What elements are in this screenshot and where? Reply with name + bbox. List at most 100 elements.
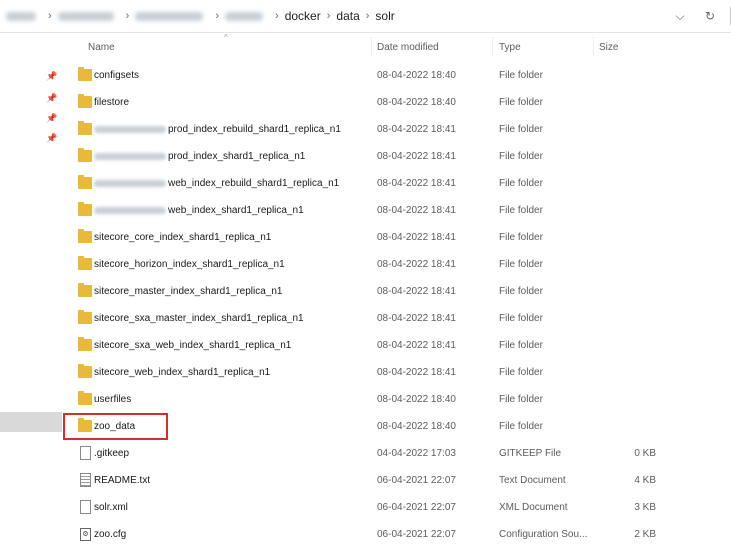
breadcrumb-docker[interactable]: docker	[285, 9, 321, 23]
item-type: File folder	[499, 232, 543, 243]
redacted-crumb	[225, 11, 264, 21]
item-type: GITKEEP File	[499, 448, 562, 459]
list-item[interactable]: web_index_shard1_replica_n1 08-04-2022 1…	[66, 197, 706, 224]
list-item[interactable]: solr.xml 06-04-2021 22:07 XML Document 3…	[66, 494, 706, 521]
item-type: File folder	[499, 394, 543, 405]
item-date: 08-04-2022 18:41	[377, 178, 456, 189]
item-name: filestore	[94, 97, 130, 108]
folder-icon	[78, 337, 92, 351]
item-name: web_index_rebuild_shard1_replica_n1	[168, 178, 340, 189]
item-size: 3 KB	[634, 502, 656, 513]
list-item[interactable]: ⚙ zoo.cfg 06-04-2021 22:07 Configuration…	[66, 521, 706, 548]
folder-icon	[78, 364, 92, 378]
item-type: Configuration Sou...	[499, 529, 588, 540]
item-name: zoo.cfg	[94, 529, 127, 540]
breadcrumb-data[interactable]: data	[336, 9, 359, 23]
nav-selected-item[interactable]	[0, 412, 62, 432]
list-item[interactable]: sitecore_horizon_index_shard1_replica_n1…	[66, 251, 706, 278]
breadcrumb-separator: ›	[365, 10, 370, 22]
sort-up-icon: ^	[224, 33, 228, 42]
item-name: sitecore_sxa_master_index_shard1_replica…	[94, 313, 304, 324]
item-type: File folder	[499, 70, 543, 81]
item-type: XML Document	[499, 502, 568, 513]
list-item[interactable]: sitecore_core_index_shard1_replica_n1 08…	[66, 224, 706, 251]
list-item[interactable]: .gitkeep 04-04-2022 17:03 GITKEEP File 0…	[66, 440, 706, 467]
item-name: configsets	[94, 70, 140, 81]
breadcrumb-solr[interactable]: solr	[375, 9, 394, 23]
item-type: File folder	[499, 259, 543, 270]
list-item[interactable]: sitecore_sxa_master_index_shard1_replica…	[66, 305, 706, 332]
folder-icon	[78, 148, 92, 162]
item-name: sitecore_master_index_shard1_replica_n1	[94, 286, 283, 297]
column-divider[interactable]	[371, 37, 372, 57]
folder-icon	[78, 310, 92, 324]
breadcrumb-separator: ›	[125, 10, 130, 22]
item-name: sitecore_core_index_shard1_replica_n1	[94, 232, 272, 243]
item-date: 04-04-2022 17:03	[377, 448, 456, 459]
item-name: web_index_shard1_replica_n1	[168, 205, 304, 216]
item-type: File folder	[499, 151, 543, 162]
item-name: README.txt	[94, 475, 151, 486]
list-item[interactable]: web_index_rebuild_shard1_replica_n1 08-0…	[66, 170, 706, 197]
column-date-modified[interactable]: Date modified	[377, 42, 439, 53]
item-date: 08-04-2022 18:40	[377, 421, 456, 432]
item-type: File folder	[499, 286, 543, 297]
column-size[interactable]: Size	[599, 42, 618, 53]
list-item[interactable]: prod_index_shard1_replica_n1 08-04-2022 …	[66, 143, 706, 170]
column-name[interactable]: Name	[88, 42, 115, 53]
item-date: 06-04-2021 22:07	[377, 529, 456, 540]
item-name: .gitkeep	[94, 448, 130, 459]
list-item[interactable]: sitecore_master_index_shard1_replica_n1 …	[66, 278, 706, 305]
breadcrumb-separator: ›	[215, 10, 220, 22]
item-size: 0 KB	[634, 448, 656, 459]
column-divider[interactable]	[593, 37, 594, 57]
file-icon	[80, 446, 91, 460]
redacted-crumb	[57, 11, 114, 21]
highlight-box	[63, 413, 168, 440]
item-date: 08-04-2022 18:41	[377, 313, 456, 324]
item-date: 06-04-2021 22:07	[377, 502, 456, 513]
breadcrumb-separator: ›	[48, 10, 52, 22]
column-type[interactable]: Type	[499, 42, 521, 53]
item-name: sitecore_sxa_web_index_shard1_replica_n1	[94, 340, 292, 351]
item-date: 08-04-2022 18:41	[377, 259, 456, 270]
chevron-down-icon[interactable]: ⌵	[670, 9, 690, 24]
item-date: 08-04-2022 18:41	[377, 367, 456, 378]
column-divider[interactable]	[492, 37, 493, 57]
item-type: File folder	[499, 178, 543, 189]
list-item[interactable]: prod_index_rebuild_shard1_replica_n1 08-…	[66, 116, 706, 143]
item-date: 08-04-2022 18:41	[377, 286, 456, 297]
item-date: 08-04-2022 18:40	[377, 394, 456, 405]
column-header: ^ Name Date modified Type Size	[66, 33, 731, 59]
pin-icon: 📌	[46, 113, 58, 123]
item-name: sitecore_web_index_shard1_replica_n1	[94, 367, 271, 378]
item-type: File folder	[499, 367, 543, 378]
folder-icon	[78, 67, 92, 81]
address-bar[interactable]: › › › › docker › data › solr ⌵ ↻	[0, 0, 731, 33]
breadcrumb-separator: ›	[326, 10, 331, 22]
refresh-icon[interactable]: ↻	[700, 9, 720, 23]
list-item[interactable]: filestore 08-04-2022 18:40 File folder	[66, 89, 706, 116]
item-name: sitecore_horizon_index_shard1_replica_n1	[94, 259, 285, 270]
text-file-icon	[80, 473, 91, 487]
list-item[interactable]: sitecore_web_index_shard1_replica_n1 08-…	[66, 359, 706, 386]
list-item[interactable]: configsets 08-04-2022 18:40 File folder	[66, 62, 706, 89]
redacted-name-prefix	[94, 207, 166, 214]
item-name: prod_index_shard1_replica_n1	[168, 151, 306, 162]
item-size: 4 KB	[634, 475, 656, 486]
item-type: File folder	[499, 340, 543, 351]
item-date: 06-04-2021 22:07	[377, 475, 456, 486]
redacted-crumb	[6, 11, 36, 21]
redacted-name-prefix	[94, 180, 166, 187]
item-date: 08-04-2022 18:41	[377, 124, 456, 135]
folder-icon	[78, 121, 92, 135]
list-item[interactable]: README.txt 06-04-2021 22:07 Text Documen…	[66, 467, 706, 494]
folder-icon	[78, 175, 92, 189]
item-date: 08-04-2022 18:41	[377, 151, 456, 162]
item-date: 08-04-2022 18:40	[377, 70, 456, 81]
pin-icon: 📌	[46, 133, 58, 143]
list-item[interactable]: sitecore_sxa_web_index_shard1_replica_n1…	[66, 332, 706, 359]
pin-icon: 📌	[46, 71, 58, 81]
list-item[interactable]: userfiles 08-04-2022 18:40 File folder	[66, 386, 706, 413]
item-type: File folder	[499, 313, 543, 324]
